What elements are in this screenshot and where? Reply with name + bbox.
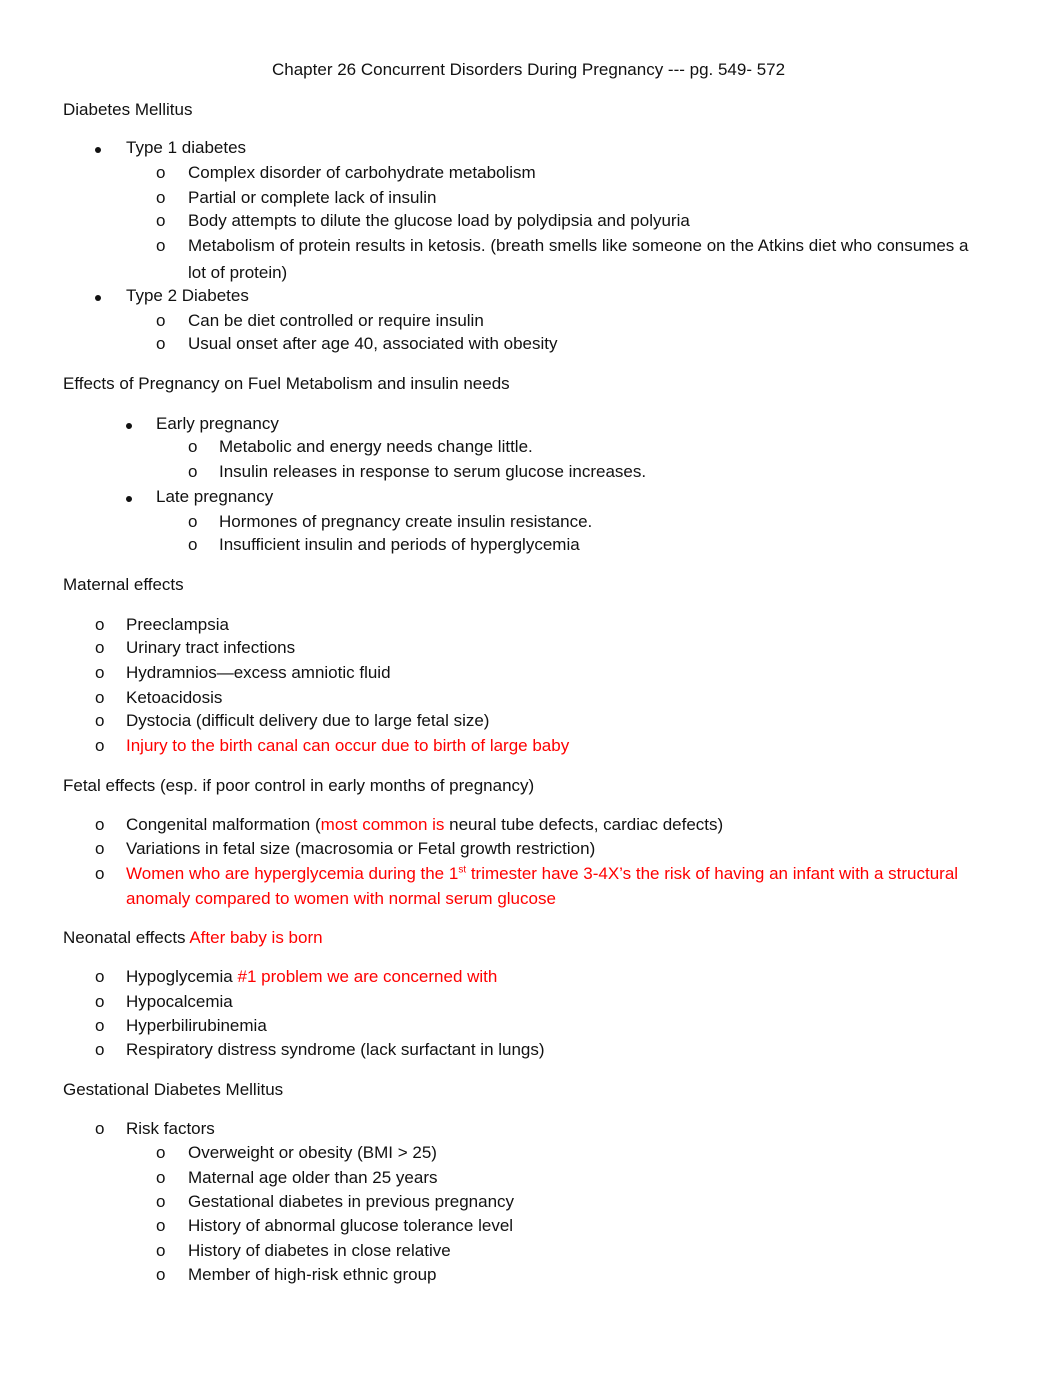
list-item: Congenital malformation (most common is … xyxy=(126,814,723,836)
bullet-icon: o xyxy=(95,1119,105,1138)
bullet-icon xyxy=(126,423,132,429)
bullet-icon: o xyxy=(156,334,166,353)
list-item: Can be diet controlled or require insuli… xyxy=(188,311,484,330)
highlight-text: #1 problem we are concerned with xyxy=(237,967,498,986)
list-item: Insulin releases in response to serum gl… xyxy=(219,462,647,481)
text-segment: Women who are hyperglycemia during the 1 xyxy=(126,864,459,883)
bullet-icon xyxy=(95,295,101,301)
text-segment: Congenital malformation ( xyxy=(126,815,321,834)
bullet-icon: o xyxy=(156,1241,166,1260)
list-item-continuation: anomaly compared to women with normal se… xyxy=(126,889,556,908)
list-item: Metabolic and energy needs change little… xyxy=(219,437,533,456)
list-item: Gestational diabetes in previous pregnan… xyxy=(188,1192,515,1211)
bullet-icon xyxy=(95,147,101,153)
list-item: Respiratory distress syndrome (lack surf… xyxy=(126,1040,545,1059)
text-segment: neural tube defects, cardiac defects) xyxy=(444,815,724,834)
list-item: History of abnormal glucose tolerance le… xyxy=(188,1216,514,1235)
section-heading-fetal-effects: Fetal effects (esp. if poor control in e… xyxy=(63,776,535,795)
bullet-icon: o xyxy=(156,1216,166,1235)
section-heading-diabetes-mellitus: Diabetes Mellitus xyxy=(63,100,193,119)
list-item: Late pregnancy xyxy=(156,487,274,506)
section-heading-maternal-effects: Maternal effects xyxy=(63,575,184,594)
list-item: Complex disorder of carbohydrate metabol… xyxy=(188,163,536,182)
bullet-icon: o xyxy=(95,967,105,986)
bullet-icon: o xyxy=(95,839,105,858)
list-item: Type 1 diabetes xyxy=(126,138,247,157)
list-item: Hydramnios—excess amniotic fluid xyxy=(126,663,391,682)
list-item: Risk factors xyxy=(126,1119,215,1138)
section-heading-fuel-metabolism: Effects of Pregnancy on Fuel Metabolism … xyxy=(63,374,510,393)
list-item: Type 2 Diabetes xyxy=(126,286,249,305)
list-item: Maternal age older than 25 years xyxy=(188,1168,438,1187)
bullet-icon: o xyxy=(156,1143,166,1162)
list-item: Member of high-risk ethnic group xyxy=(188,1265,437,1284)
bullet-icon: o xyxy=(95,615,105,634)
superscript: st xyxy=(458,864,467,876)
list-item: Dystocia (difficult delivery due to larg… xyxy=(126,711,490,730)
highlight-text: most common is xyxy=(320,815,445,834)
bullet-icon: o xyxy=(156,1192,166,1211)
bullet-icon: o xyxy=(156,236,166,255)
bullet-icon: o xyxy=(95,1016,105,1035)
bullet-icon: o xyxy=(156,1168,166,1187)
list-item: Hormones of pregnancy create insulin res… xyxy=(219,512,593,531)
list-item: Overweight or obesity (BMI > 25) xyxy=(188,1143,437,1162)
list-item-highlighted: Women who are hyperglycemia during the 1… xyxy=(126,863,958,885)
bullet-icon: o xyxy=(156,188,166,207)
list-item: Hypoglycemia #1 problem we are concerned… xyxy=(126,966,497,988)
bullet-icon: o xyxy=(95,638,105,657)
list-item: Early pregnancy xyxy=(156,414,279,433)
bullet-icon: o xyxy=(188,462,198,481)
list-item: Preeclampsia xyxy=(126,615,229,634)
bullet-icon: o xyxy=(95,1040,105,1059)
list-item-continuation: lot of protein) xyxy=(188,263,288,282)
list-item: Partial or complete lack of insulin xyxy=(188,188,437,207)
list-item: Hypocalcemia xyxy=(126,992,233,1011)
list-item: Hyperbilirubinemia xyxy=(126,1016,267,1035)
bullet-icon: o xyxy=(95,711,105,730)
bullet-icon: o xyxy=(95,663,105,682)
list-item: Variations in fetal size (macrosomia or … xyxy=(126,839,596,858)
list-item: Body attempts to dilute the glucose load… xyxy=(188,211,690,230)
page-title: Chapter 26 Concurrent Disorders During P… xyxy=(272,60,786,79)
bullet-icon: o xyxy=(95,815,105,834)
bullet-icon: o xyxy=(156,311,166,330)
bullet-icon xyxy=(126,496,132,502)
list-item: Urinary tract infections xyxy=(126,638,296,657)
highlight-text: After baby is born xyxy=(189,928,323,947)
bullet-icon: o xyxy=(188,535,198,554)
text-segment: Neonatal effects xyxy=(63,928,190,947)
list-item: Metabolism of protein results in ketosis… xyxy=(188,236,969,255)
bullet-icon: o xyxy=(95,736,105,755)
text-segment: Hypoglycemia xyxy=(126,967,238,986)
bullet-icon: o xyxy=(156,211,166,230)
bullet-icon: o xyxy=(156,1265,166,1284)
bullet-icon: o xyxy=(95,864,105,883)
bullet-icon: o xyxy=(95,992,105,1011)
list-item-highlighted: Injury to the birth canal can occur due … xyxy=(126,736,570,755)
section-heading-neonatal-effects: Neonatal effects After baby is born xyxy=(63,927,323,949)
bullet-icon: o xyxy=(156,163,166,182)
list-item: Ketoacidosis xyxy=(126,688,223,707)
bullet-icon: o xyxy=(188,512,198,531)
bullet-icon: o xyxy=(95,688,105,707)
list-item: History of diabetes in close relative xyxy=(188,1241,451,1260)
list-item: Usual onset after age 40, associated wit… xyxy=(188,334,558,353)
text-segment: trimester have 3-4X’s the risk of having… xyxy=(466,864,959,883)
bullet-icon: o xyxy=(188,437,198,456)
list-item: Insufficient insulin and periods of hype… xyxy=(219,535,580,554)
section-heading-gestational-diabetes: Gestational Diabetes Mellitus xyxy=(63,1080,284,1099)
